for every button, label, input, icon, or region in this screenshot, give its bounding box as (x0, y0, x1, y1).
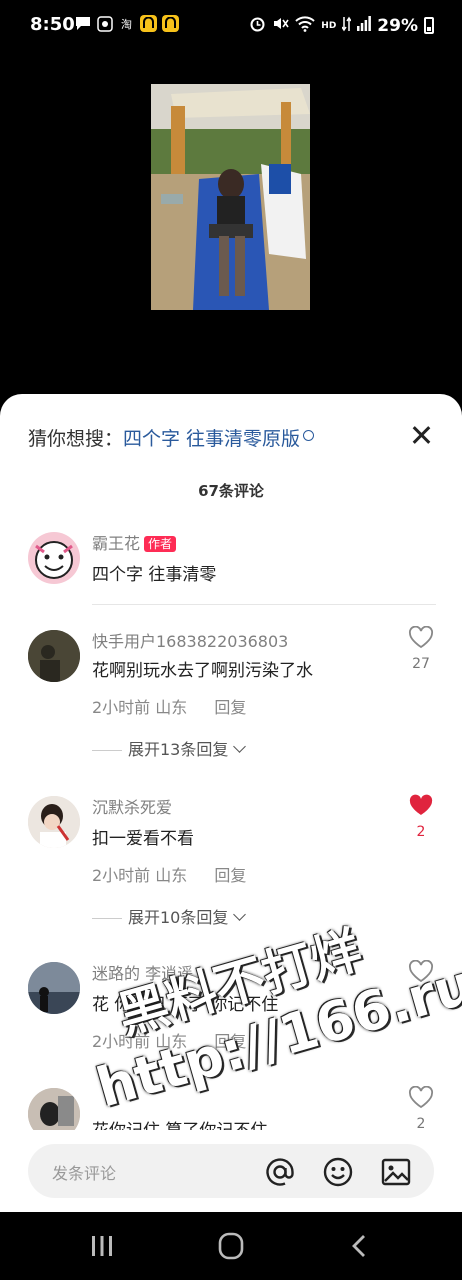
expand-line (92, 918, 122, 919)
data-arrows-icon (341, 16, 352, 36)
comment-text[interactable]: 花 你切记 算了 你记不住 (92, 990, 278, 1015)
comment-username[interactable]: 沉默杀死爱 (92, 794, 172, 818)
heart-filled-icon (409, 794, 433, 815)
expand-label: 展开13条回复 (128, 740, 229, 759)
comment-input[interactable]: 发条评论 (28, 1144, 434, 1198)
expand-replies-button[interactable]: 展开13条回复 (92, 736, 247, 760)
like-count: 2 (416, 824, 426, 840)
mention-icon[interactable] (264, 1156, 296, 1188)
app-yellow-icon (140, 15, 157, 32)
comment-location: 山东 (155, 866, 188, 885)
system-icons: HD 29% (249, 15, 434, 36)
expand-replies-button[interactable]: 展开10条回复 (92, 904, 247, 928)
close-icon[interactable] (410, 424, 432, 446)
comment-time: 2小时前 (92, 1032, 151, 1051)
wifi-icon (295, 15, 315, 36)
comment-input-bar: 发条评论 (0, 1130, 462, 1212)
expand-label: 展开10条回复 (128, 908, 229, 927)
comment-input-placeholder: 发条评论 (52, 1164, 117, 1183)
comment-text[interactable]: 花啊别玩水去了啊别污染了水 (92, 656, 313, 681)
battery-percent: 29% (377, 15, 418, 36)
avatar[interactable] (28, 532, 80, 584)
comment-text[interactable]: 四个字 往事清零 (92, 560, 216, 585)
comment-time: 2小时前 (92, 866, 151, 885)
comment-location: 山东 (155, 698, 188, 717)
taobao-icon: 淘 (121, 17, 132, 31)
signal-icon (357, 16, 372, 35)
comment-count: 67条评论 (198, 482, 264, 500)
comment-meta: 2小时前 山东 回复 (92, 1028, 246, 1052)
comment-username[interactable]: 迷路的 李逍遥. (92, 960, 198, 984)
emoji-icon[interactable] (322, 1156, 354, 1188)
like-button[interactable]: 2 (406, 794, 436, 840)
divider (92, 604, 436, 605)
comment-username[interactable]: 霸王花 作者 (92, 530, 177, 554)
reply-button[interactable]: 回复 (214, 1032, 246, 1051)
comment-text[interactable]: 扣一爱看不看 (92, 824, 194, 849)
mute-icon (272, 15, 289, 36)
battery-icon (424, 17, 434, 34)
reply-button[interactable]: 回复 (214, 698, 246, 717)
guess-keyword[interactable]: 四个字 往事清零原版 (123, 428, 300, 450)
recent-apps-icon[interactable] (90, 1234, 114, 1262)
guess-search[interactable]: 猜你想搜：四个字 往事清零原版 (28, 424, 315, 451)
back-icon[interactable] (350, 1234, 368, 1262)
heart-icon (409, 625, 433, 649)
avatar[interactable] (28, 796, 80, 848)
heart-icon (409, 1085, 433, 1109)
heart-icon (409, 959, 433, 983)
comment-sheet: 猜你想搜：四个字 往事清零原版 67条评论 霸王花 作者 四个字 往事清零 快手用… (0, 394, 462, 1212)
username-text: 霸王花 (92, 534, 141, 553)
like-count: 5 (416, 990, 426, 1006)
video-frame[interactable] (151, 84, 310, 310)
search-icon (303, 430, 315, 441)
like-count: 27 (412, 656, 430, 672)
like-button[interactable]: 5 (406, 959, 436, 1006)
guess-prefix: 猜你想搜： (28, 428, 124, 450)
like-button[interactable]: 27 (406, 625, 436, 672)
app-icon (96, 15, 113, 32)
alarm-icon (249, 15, 266, 36)
comment-time: 2小时前 (92, 698, 151, 717)
like-button[interactable]: 2 (406, 1085, 436, 1132)
status-bar: 8:50 淘 HD 29% (0, 0, 462, 52)
comment-meta: 2小时前 山东 回复 (92, 694, 246, 718)
author-badge: 作者 (144, 536, 177, 552)
home-icon[interactable] (218, 1232, 244, 1264)
expand-line (92, 750, 122, 751)
avatar[interactable] (28, 630, 80, 682)
avatar[interactable] (28, 962, 80, 1014)
image-icon[interactable] (380, 1156, 412, 1188)
notification-icons: 淘 (74, 15, 179, 32)
app-yellow-icon-2 (162, 15, 179, 32)
comment-username[interactable]: 快手用户1683822036803 (92, 628, 288, 652)
comment-location: 山东 (155, 1032, 188, 1051)
comment-meta: 2小时前 山东 回复 (92, 862, 246, 886)
message-icon (74, 15, 91, 32)
reply-button[interactable]: 回复 (214, 866, 246, 885)
hd-icon: HD (321, 20, 337, 31)
chevron-down-icon (233, 740, 247, 753)
system-nav-bar (0, 1212, 462, 1280)
status-time: 8:50 (30, 14, 75, 35)
chevron-down-icon (233, 908, 247, 921)
